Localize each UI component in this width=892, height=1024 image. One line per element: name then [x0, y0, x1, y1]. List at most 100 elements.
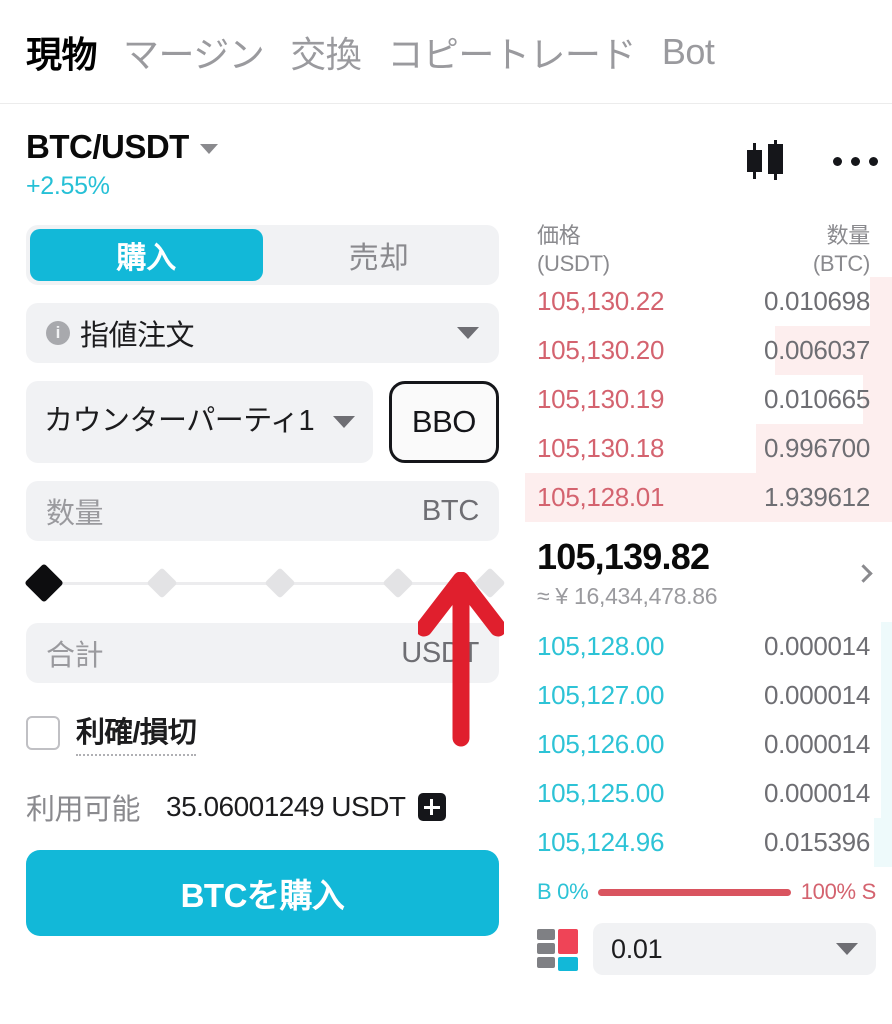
bid-qty: 0.015396	[763, 827, 870, 857]
col-price-label: 価格	[537, 223, 581, 248]
buy-tab[interactable]: 購入	[30, 229, 263, 281]
bbo-button[interactable]: BBO	[388, 381, 499, 463]
slider-node-0[interactable]	[24, 563, 64, 603]
slider-node-50[interactable]	[264, 567, 296, 599]
quantity-input[interactable]: 数量 BTC	[26, 481, 499, 541]
ratio-bar-fill	[598, 888, 791, 896]
orderbook-column-headers: 価格 (USDT) 数量 (BTC)	[525, 222, 892, 277]
orderbook-ask-row[interactable]: 105,130.20 0.006037	[525, 326, 892, 375]
bid-price: 105,126.00	[537, 729, 665, 759]
page-title: BTC/USDT	[26, 128, 189, 165]
side-toggle[interactable]: 購入 売却	[26, 225, 499, 285]
depth-bar	[881, 720, 892, 769]
submit-order-button[interactable]: BTCを購入	[26, 850, 499, 936]
orderbook-ask-row[interactable]: 105,130.18 0.996700	[525, 424, 892, 473]
ask-price: 105,130.19	[537, 384, 665, 414]
order-type-select[interactable]: i 指値注文	[26, 303, 499, 363]
bid-qty: 0.000014	[763, 778, 870, 808]
last-price-block[interactable]: 105,139.82 ≈ ¥ 16,434,478.86	[525, 522, 892, 622]
counterparty-row: カウンターパーティ1 BBO	[26, 381, 499, 463]
tpsl-row[interactable]: 利確/損切	[26, 709, 499, 756]
plus-icon[interactable]	[417, 793, 446, 821]
slider-node-75[interactable]	[382, 567, 414, 599]
chevron-down-icon[interactable]	[332, 416, 355, 428]
bid-qty: 0.000014	[763, 680, 870, 710]
orderbook-bid-row[interactable]: 105,128.00 0.000014	[525, 622, 892, 671]
ask-qty: 1.939612	[763, 482, 870, 512]
info-icon[interactable]: i	[46, 321, 70, 345]
orderbook-ask-row[interactable]: 105,130.22 0.010698	[525, 277, 892, 326]
tick-size-select[interactable]: 0.01	[593, 923, 876, 975]
depth-bar	[881, 769, 892, 818]
quantity-unit: BTC	[421, 494, 479, 527]
chevron-right-icon[interactable]	[854, 563, 873, 583]
chevron-down-icon[interactable]	[836, 943, 858, 955]
col-price-unit: (USDT)	[537, 250, 610, 276]
candlestick-chart-icon[interactable]	[743, 140, 789, 182]
counterparty-label: カウンターパーティ1	[44, 405, 315, 438]
header-actions	[743, 140, 878, 182]
ratio-buy-label: B 0%	[537, 879, 589, 904]
depth-bar	[881, 671, 892, 720]
bid-qty: 0.000014	[763, 631, 870, 661]
bid-price: 105,124.96	[537, 827, 665, 857]
counterparty-select[interactable]: カウンターパーティ1	[26, 381, 373, 463]
tpsl-checkbox[interactable]	[26, 715, 60, 750]
available-label: 利用可能	[26, 794, 141, 826]
buy-sell-ratio-bar: B 0% 100% S	[525, 879, 892, 905]
available-value: 35.06001249 USDT	[166, 791, 406, 822]
order-type-label: 指値注文	[80, 320, 195, 352]
ask-price: 105,130.22	[537, 286, 665, 316]
amount-slider[interactable]	[24, 563, 506, 603]
total-input[interactable]: 合計 USDT	[26, 623, 499, 683]
col-qty-unit: (BTC)	[812, 250, 870, 276]
orderbook-layout-icon[interactable]	[537, 929, 579, 971]
tab-spot[interactable]: 現物	[26, 26, 98, 78]
price-change-badge: +2.55%	[26, 172, 110, 200]
tick-size-value: 0.01	[611, 933, 663, 964]
orderbook-panel: 価格 (USDT) 数量 (BTC) 105,130.22 0.010698 1…	[525, 104, 892, 1024]
tab-copytrade[interactable]: コピートレード	[387, 26, 636, 78]
main-tab-bar[interactable]: 現物 マージン 交換 コピートレード Bot	[0, 0, 892, 104]
orderbook-ask-row[interactable]: 105,128.01 1.939612	[525, 473, 892, 522]
depth-bar	[873, 818, 892, 867]
bid-price: 105,127.00	[537, 680, 665, 710]
bid-qty: 0.000014	[763, 729, 870, 759]
depth-bar	[869, 277, 892, 326]
sell-tab[interactable]: 売却	[263, 229, 496, 281]
slider-node-100[interactable]	[474, 567, 506, 599]
available-balance-row: 利用可能 35.06001249 USDT	[26, 786, 499, 828]
orderbook-bid-row[interactable]: 105,127.00 0.000014	[525, 671, 892, 720]
total-placeholder: 合計	[46, 640, 104, 672]
orderbook-bid-row[interactable]: 105,124.96 0.015396	[525, 818, 892, 867]
bid-price: 105,128.00	[537, 631, 665, 661]
chevron-down-icon[interactable]	[457, 327, 479, 339]
chevron-down-icon[interactable]	[199, 144, 218, 154]
quantity-placeholder: 数量	[46, 498, 104, 530]
slider-node-25[interactable]	[146, 567, 178, 599]
trading-screen: BTC/USDT +2.55% 購入 売却 i 指値注文 カウンターパーティ1 …	[0, 104, 892, 1024]
pair-selector[interactable]: BTC/USDT +2.55%	[26, 128, 499, 201]
last-price-fiat: ≈ ¥ 16,434,478.86	[537, 583, 718, 609]
order-form-panel: BTC/USDT +2.55% 購入 売却 i 指値注文 カウンターパーティ1 …	[0, 104, 525, 1024]
bid-price: 105,125.00	[537, 778, 665, 808]
last-price: 105,139.82	[537, 536, 710, 577]
tab-convert[interactable]: 交換	[290, 26, 362, 78]
ask-price: 105,130.20	[537, 335, 665, 365]
col-qty-label: 数量	[826, 223, 871, 248]
total-unit: USDT	[401, 636, 479, 669]
ask-qty: 0.010665	[763, 384, 870, 414]
orderbook-bid-row[interactable]: 105,125.00 0.000014	[525, 769, 892, 818]
orderbook-controls: 0.01	[525, 923, 892, 975]
orderbook-ask-row[interactable]: 105,130.19 0.010665	[525, 375, 892, 424]
tab-bot[interactable]: Bot	[662, 31, 715, 73]
ratio-sell-label: 100% S	[800, 879, 877, 904]
tpsl-label: 利確/損切	[76, 709, 197, 756]
depth-bar	[881, 622, 892, 671]
ask-qty: 0.996700	[763, 433, 870, 463]
ask-price: 105,130.18	[537, 433, 665, 463]
tab-margin[interactable]: マージン	[123, 26, 265, 78]
orderbook-bid-row[interactable]: 105,126.00 0.000014	[525, 720, 892, 769]
ask-price: 105,128.01	[537, 482, 665, 512]
more-options-icon[interactable]	[833, 156, 878, 166]
